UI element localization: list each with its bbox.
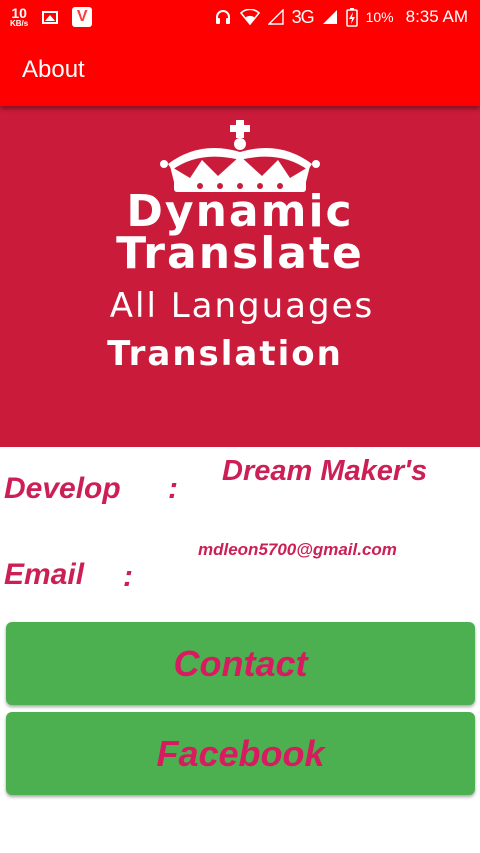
clock: 8:35 AM xyxy=(405,7,468,26)
status-bar-left: 10 KB/s V xyxy=(10,2,93,32)
gallery-icon xyxy=(42,10,59,24)
network-type: 3G xyxy=(291,6,315,27)
network-speed-value: 10 xyxy=(11,5,27,21)
banner-subtitle-line1: All Languages xyxy=(109,286,375,326)
v-app-icon: V xyxy=(72,7,93,27)
facebook-button[interactable]: Facebook xyxy=(6,712,475,795)
status-bar-right: 3G 10% 8:35 AM xyxy=(214,2,468,32)
battery-percent: 10% xyxy=(365,9,394,25)
develop-label: Develop xyxy=(4,472,121,505)
banner-subtitle-line2: Translation xyxy=(107,334,343,374)
network-speed-unit: KB/s xyxy=(10,19,29,28)
banner-title-line2: Translate xyxy=(116,228,364,279)
app-bar: About xyxy=(0,34,480,106)
email-address: mdleon5700@gmail.com xyxy=(198,540,397,559)
app-banner: Dynamic Translate All Languages Translat… xyxy=(0,106,480,447)
email-colon: : xyxy=(123,560,133,593)
crown-icon xyxy=(160,120,320,192)
wifi-icon xyxy=(239,9,260,25)
developer-name: Dream Maker's xyxy=(222,455,428,487)
develop-colon: : xyxy=(168,472,178,505)
signal-icon xyxy=(322,9,338,25)
status-bar: 10 KB/s V 3G 10% 8:35 AM xyxy=(0,0,480,34)
contact-button[interactable]: Contact xyxy=(6,622,475,705)
headset-icon xyxy=(214,8,232,26)
signal-empty-icon xyxy=(267,9,284,25)
page-title: About xyxy=(22,56,85,83)
email-label: Email xyxy=(4,558,85,591)
about-screen: 10 KB/s V 3G 10% 8:35 AM About Dynamic T… xyxy=(0,0,480,853)
battery-charging-icon xyxy=(345,7,358,27)
network-speed: 10 KB/s xyxy=(10,6,28,28)
